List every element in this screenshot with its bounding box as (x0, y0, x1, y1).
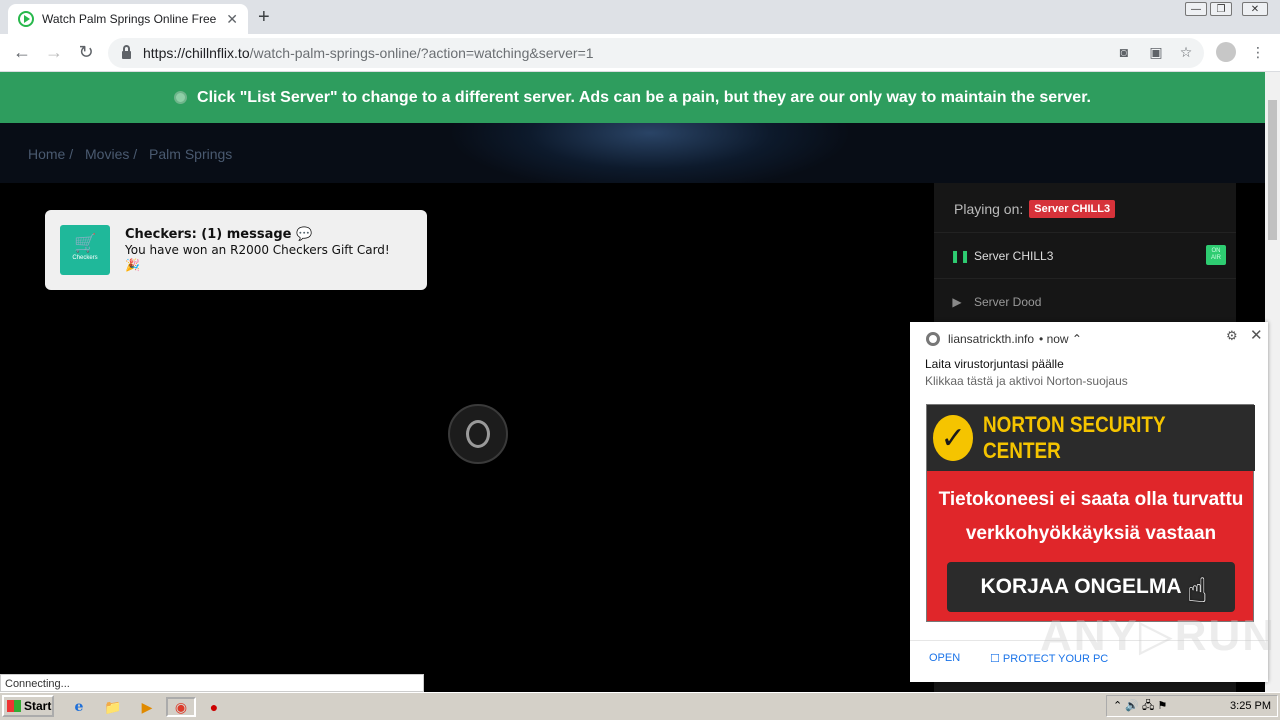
media-player-icon[interactable]: ▶ (136, 697, 158, 717)
breadcrumb-current: Palm Springs (149, 146, 233, 162)
profile-avatar-icon[interactable] (1216, 42, 1236, 62)
server-label: Server Dood (974, 294, 1042, 309)
anyrun-watermark: ANY▷RUN (1040, 611, 1277, 660)
chrome-icon (926, 332, 940, 346)
start-button[interactable]: Start (2, 695, 54, 717)
opera-icon[interactable]: ● (203, 697, 225, 717)
pause-icon: ❚❚ (950, 248, 971, 263)
play-icon: ▶ (952, 294, 962, 309)
window-restore-button[interactable]: ❐ (1210, 2, 1232, 16)
ie-icon[interactable]: e (68, 697, 90, 717)
norton-ad-image[interactable]: ✓ NORTON SECURITY CENTER Tietokoneesi ei… (926, 404, 1255, 622)
banner-text: Click "List Server" to change to a diffe… (197, 88, 1091, 106)
window-close-button[interactable]: ✕ (1242, 2, 1268, 16)
notification-heading: Laita virustorjuntasi päälle (925, 357, 1064, 371)
url-path: /watch-palm-springs-online/?action=watch… (249, 45, 594, 61)
blocked-content-icon[interactable]: ◙ (1116, 44, 1132, 60)
lock-icon (122, 45, 131, 59)
chrome-taskbar-icon[interactable]: ◉ (166, 697, 196, 717)
breadcrumb: Home / Movies / Palm Springs (28, 146, 240, 162)
browser-tab[interactable]: Watch Palm Springs Online Free GoM ✕ (8, 4, 248, 34)
url-host: https://chillnflix.to (143, 45, 250, 61)
info-dot-icon (174, 91, 188, 104)
on-air-tag: ON AIR (1206, 245, 1226, 265)
address-bar[interactable]: https://chillnflix.to /watch-palm-spring… (108, 38, 1204, 68)
ad-message-line1: Tietokoneesi ei saata olla turvattu (938, 489, 1244, 510)
tab-title: Watch Palm Springs Online Free GoM (42, 12, 220, 26)
breadcrumb-movies[interactable]: Movies / (85, 146, 137, 162)
norton-check-icon: ✓ (933, 415, 974, 461)
server-item-chill3[interactable]: ❚❚ Server CHILL3 (934, 232, 1236, 278)
playing-on: Playing on: Server CHILL3 (954, 200, 1116, 218)
tray-icons[interactable]: ⌃ 🔊 🖧 ⚑ (1113, 697, 1167, 716)
status-bubble: Connecting... (0, 674, 424, 692)
new-tab-button[interactable]: + (258, 6, 270, 29)
norton-ad-message: Tietokoneesi ei saata olla turvattu verk… (927, 483, 1255, 551)
forward-button[interactable]: → (44, 42, 64, 63)
clock[interactable]: 3:25 PM (1230, 700, 1271, 712)
ad-message-line2: verkkohyökkäyksiä vastaan (965, 523, 1217, 544)
checkers-body: You have won an R2000 Checkers Gift Card… (125, 243, 390, 257)
cart-icon: 🛒 (74, 233, 97, 253)
explorer-icon[interactable]: 📁 (102, 697, 124, 717)
tab-close-icon[interactable]: ✕ (226, 11, 238, 28)
checkers-popup-ad[interactable]: 🛒 Checkers Checkers: (1) message 💬 You h… (45, 210, 427, 290)
back-button[interactable]: ← (12, 42, 32, 63)
notification-subtext: Klikkaa tästä ja aktivoi Norton-suojaus (925, 374, 1128, 388)
server-label: Server CHILL3 (974, 248, 1054, 263)
playing-on-label: Playing on: (954, 201, 1024, 217)
windows-flag-icon (7, 700, 21, 712)
server-info-banner: Click "List Server" to change to a diffe… (0, 72, 1265, 123)
notification-domain: liansatrickth.info (948, 332, 1035, 346)
checkers-logo-text: Checkers (72, 255, 98, 261)
browser-menu-icon[interactable]: ⋮ (1250, 44, 1266, 60)
open-button[interactable]: OPEN (929, 652, 960, 664)
breadcrumb-home[interactable]: Home / (28, 146, 73, 162)
window-minimize-button[interactable]: — (1185, 2, 1207, 16)
site-favicon-icon (18, 11, 34, 27)
hand-pointer-icon: ☝ (1187, 572, 1208, 610)
notification-time: • now ⌃ (1039, 332, 1082, 346)
norton-brand: NORTON SECURITY CENTER (983, 412, 1166, 463)
notification-source: liansatrickth.info • now ⌃ (926, 332, 1082, 346)
close-icon[interactable]: ✕ (1250, 326, 1263, 344)
bookmark-star-icon[interactable]: ☆ (1178, 44, 1194, 60)
scrollbar-thumb[interactable] (1268, 100, 1277, 240)
reload-button[interactable]: ↻ (76, 42, 96, 63)
checkers-title: Checkers: (1) message 💬 (125, 227, 313, 242)
settings-gear-icon[interactable]: ⚙ (1226, 328, 1238, 344)
start-label: Start (24, 699, 52, 713)
party-icon: 🎉 (125, 258, 140, 272)
browser-toolbar: ← → ↻ https://chillnflix.to /watch-palm-… (0, 34, 1280, 72)
norton-ad-header: ✓ NORTON SECURITY CENTER (927, 405, 1255, 471)
checkers-logo: 🛒 Checkers (60, 225, 110, 275)
popup-blocked-icon[interactable]: ▣ (1148, 44, 1164, 60)
current-server-badge: Server CHILL3 (1029, 200, 1116, 218)
server-item-dood[interactable]: ▶ Server Dood (934, 278, 1236, 324)
system-tray: ⌃ 🔊 🖧 ⚑ 3:25 PM (1106, 695, 1278, 717)
loading-spinner-icon (448, 404, 508, 464)
